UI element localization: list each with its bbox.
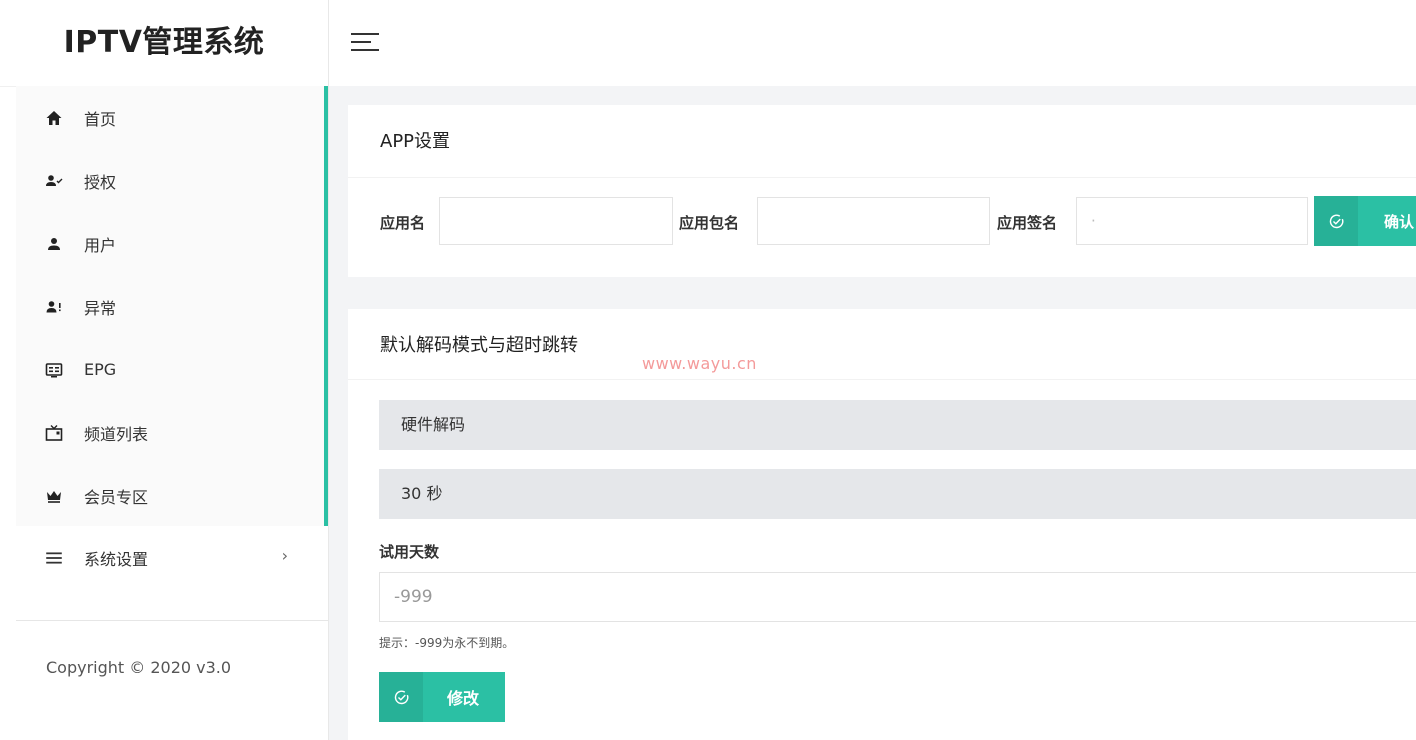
package-name-label: 应用包名: [679, 214, 740, 232]
home-icon: [44, 108, 64, 128]
trial-days-label: 试用天数: [379, 543, 440, 561]
sidebar-item-label: 用户: [84, 235, 117, 255]
sidebar-item-members[interactable]: 会员专区: [16, 464, 324, 527]
sidebar-item-label: 异常: [84, 298, 117, 318]
sidebar-item-label: 会员专区: [84, 487, 149, 507]
sidebar-item-epg[interactable]: EPG: [16, 338, 324, 401]
card-title: APP设置: [348, 105, 1416, 178]
user-alert-icon: [44, 297, 64, 317]
confirm-button-label: 确认: [1384, 212, 1415, 231]
user-icon: [44, 234, 64, 254]
sidebar-item-exceptions[interactable]: 异常: [16, 275, 324, 338]
app-name-label: 应用名: [380, 214, 426, 232]
tv-guide-icon: [44, 360, 64, 380]
sidebar-item-users[interactable]: 用户: [16, 212, 324, 275]
app-signature-label: 应用签名: [997, 214, 1058, 232]
sidebar-menu: 首页 授权 用户 异常 EPG 频道列表 会员专区: [16, 86, 328, 526]
trial-days-input[interactable]: [379, 572, 1416, 622]
package-name-input[interactable]: [757, 197, 990, 245]
confirm-button[interactable]: 确认: [1314, 196, 1416, 246]
decode-settings-card: 默认解码模式与超时跳转 www.wayu.cn 硬件解码 30 秒 试用天数 提…: [348, 309, 1416, 740]
card-title: 默认解码模式与超时跳转: [348, 309, 1416, 380]
sidebar-item-label: EPG: [84, 360, 117, 379]
sidebar-item-label: 授权: [84, 172, 117, 192]
sidebar-item-channels[interactable]: 频道列表: [16, 401, 324, 464]
watermark-text: www.wayu.cn: [642, 354, 757, 373]
app-name-input[interactable]: [439, 197, 673, 245]
copyright-text: Copyright © 2020 v3.0: [46, 658, 232, 677]
app-signature-input[interactable]: [1076, 197, 1308, 245]
check-circle-icon: [379, 672, 423, 722]
modify-button[interactable]: 修改: [379, 672, 505, 722]
sidebar: IPTV管理系统 首页 授权 用户 异常 EPG 频道列表 会员专区 系统设置 …: [0, 0, 329, 740]
menu-lines-icon: [44, 548, 64, 568]
crown-icon: [44, 486, 64, 506]
decode-mode-select[interactable]: 硬件解码: [379, 400, 1416, 450]
sidebar-item-label: 首页: [84, 109, 117, 129]
chevron-right-icon: ›: [281, 546, 288, 565]
sidebar-item-authorization[interactable]: 授权: [16, 149, 324, 212]
check-circle-icon: [1314, 196, 1358, 246]
top-bar: [329, 0, 1416, 86]
timeout-select[interactable]: 30 秒: [379, 469, 1416, 519]
sidebar-item-system-settings[interactable]: 系统设置 ›: [16, 526, 324, 589]
tv-icon: [44, 423, 64, 443]
user-check-icon: [44, 171, 64, 191]
sidebar-item-label: 系统设置: [84, 549, 149, 569]
hamburger-menu-icon[interactable]: [351, 30, 381, 56]
app-settings-card: APP设置 应用名 应用包名 应用签名 确认: [348, 105, 1416, 277]
sidebar-item-label: 频道列表: [84, 424, 149, 444]
app-title: IPTV管理系统: [0, 0, 328, 87]
hint-text: 提示：-999为永不到期。: [379, 636, 515, 650]
modify-button-label: 修改: [447, 689, 480, 708]
sidebar-item-home[interactable]: 首页: [16, 86, 324, 149]
sidebar-divider: [16, 620, 328, 621]
